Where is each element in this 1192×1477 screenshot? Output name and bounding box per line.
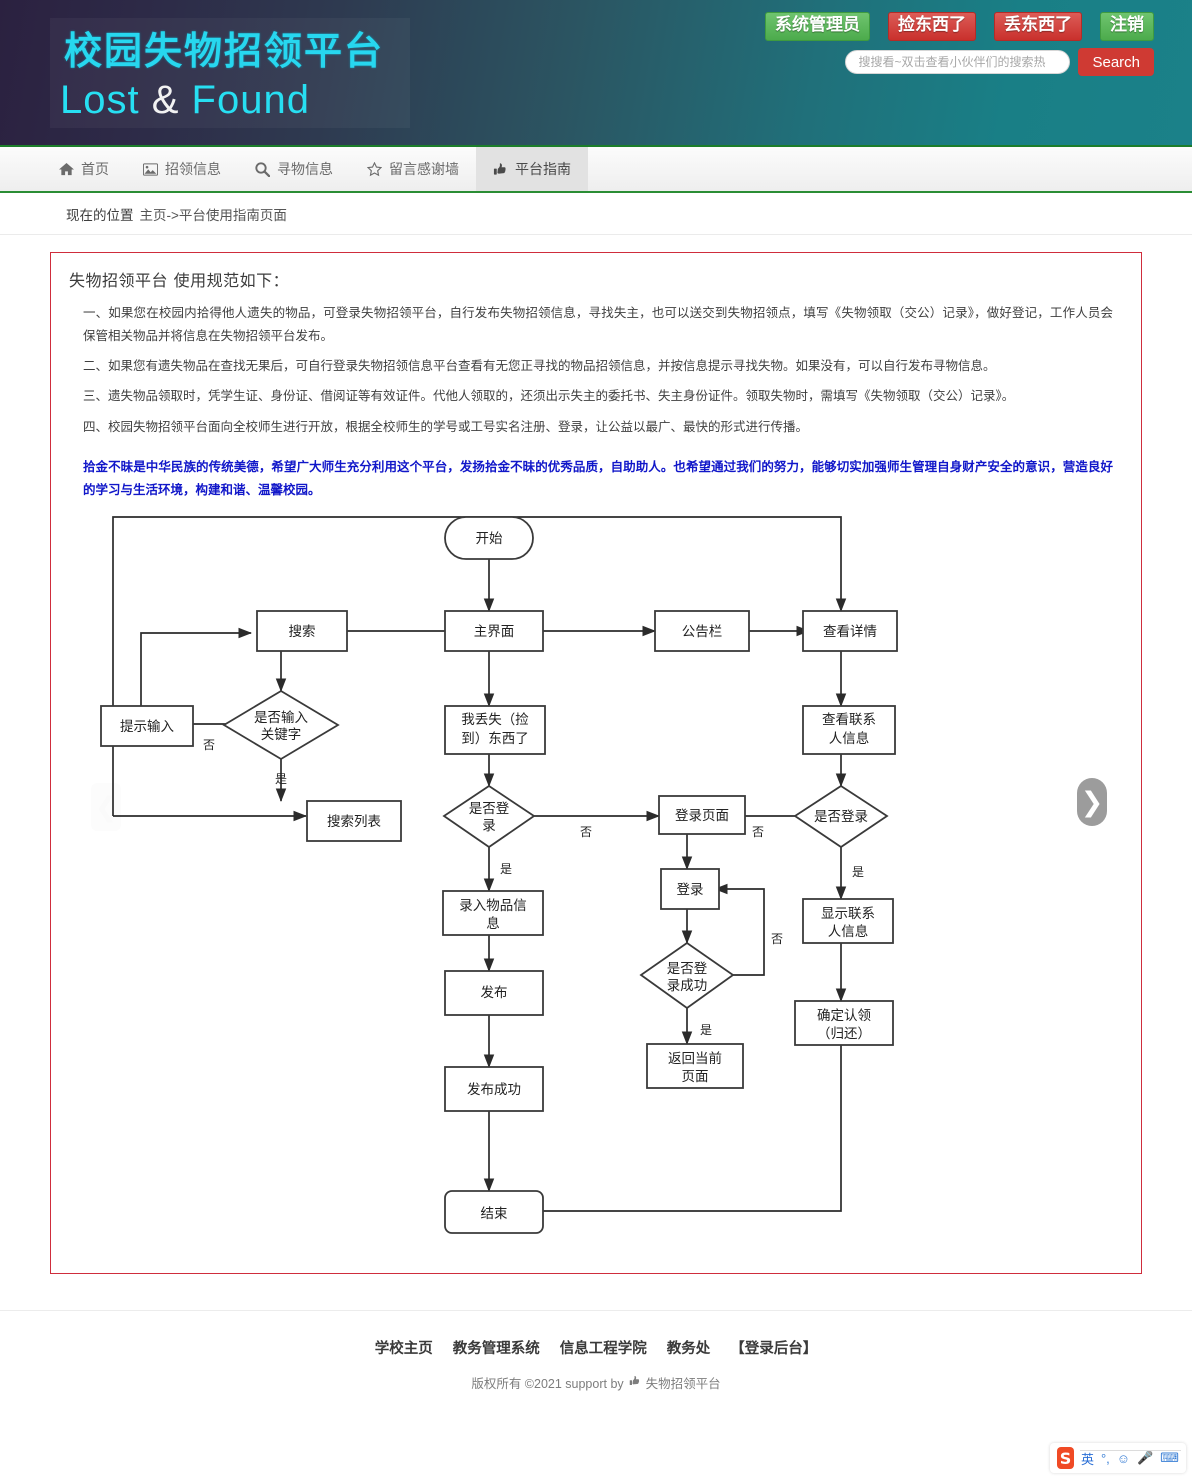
- ime-keyboard-icon[interactable]: ⌨: [1160, 1450, 1179, 1466]
- rule-paragraph-3: 三、遗失物品领取时，凭学生证、身份证、借阅证等有效证件。代他人领取的，还须出示失…: [83, 389, 1015, 404]
- breadcrumb-label: 现在的位置: [66, 207, 134, 223]
- flow-label-detail: 查看详情: [823, 624, 877, 640]
- header-link-group: 系统管理员 捡东西了 丢东西了 注销: [765, 12, 1154, 42]
- rule-paragraph-1: 一、如果您在校园内拾得他人遗失的物品，可登录失物招领平台，自行发布失物招领信息，…: [83, 306, 1113, 344]
- rule-highlight: 拾金不昧是中华民族的传统美德，希望广大师生充分利用这个平台，发扬拾金不昧的优秀品…: [83, 459, 1113, 497]
- flow-label-login: 登录: [677, 882, 704, 898]
- copyright-notice: 版权所有 ©2021 support by 失物招领平台: [0, 1373, 1192, 1392]
- nav-item-message-wall[interactable]: 留言感谢墙: [350, 147, 476, 191]
- nav-item-lost-info[interactable]: 寻物信息: [238, 147, 350, 191]
- logo-chinese-title: 校园失物招领平台: [64, 29, 385, 73]
- admin-link[interactable]: 系统管理员: [765, 12, 870, 42]
- footer-link-group: 学校主页 教务管理系统 信息工程学院 教务处 【登录后台】: [0, 1337, 1192, 1358]
- edge-label-no-login-a: 否: [580, 825, 592, 839]
- flow-label-is-login-a: 是否登: [469, 801, 510, 817]
- footer-link-academic-off[interactable]: 教务处: [667, 1337, 711, 1358]
- footer-link-academic-sys[interactable]: 教务管理系统: [453, 1337, 540, 1358]
- flow-label-end: 结束: [481, 1206, 508, 1222]
- edge-label-no-login-ok: 否: [771, 932, 783, 946]
- logo-english-title: Lost & Found: [60, 78, 310, 122]
- ime-emoji-icon[interactable]: ☺: [1117, 1451, 1130, 1466]
- svg-text:息: 息: [486, 915, 500, 932]
- rule-paragraph-2: 二、如果您有遗失物品在查找无果后，可自行登录失物招领信息平台查看有无您正寻找的物…: [83, 359, 996, 374]
- lost-item-link[interactable]: 丢东西了: [994, 12, 1082, 42]
- ime-divider: [1080, 1450, 1181, 1451]
- copyright-text: 版权所有 ©2021 support by: [471, 1377, 624, 1391]
- search-button[interactable]: Search: [1078, 48, 1154, 76]
- found-item-link[interactable]: 捡东西了: [888, 12, 976, 42]
- flow-label-login-ok: 是否登: [667, 961, 708, 977]
- site-header: 校园失物招领平台 Lost & Found 系统管理员 捡东西了 丢东西了 注销…: [0, 0, 1192, 145]
- svg-text:页面: 页面: [682, 1069, 709, 1085]
- main-navigation: 首页 招领信息 寻物信息 留言感谢墙 平台指南: [0, 145, 1192, 193]
- copyright-site-name: 失物招领平台: [645, 1377, 721, 1391]
- flow-label-has-keyword: 是否输入: [254, 710, 308, 726]
- svg-text:到）东西了: 到）东西了: [461, 731, 529, 747]
- guide-panel: 失物招领平台 使用规范如下： 一、如果您在校园内拾得他人遗失的物品，可登录失物招…: [50, 252, 1142, 1274]
- flow-label-view-contact: 查看联系: [822, 712, 876, 728]
- svg-text:（归还）: （归还）: [817, 1025, 871, 1042]
- flow-label-back-page: 返回当前: [668, 1050, 722, 1067]
- nav-item-found-info[interactable]: 招领信息: [126, 147, 238, 191]
- flow-label-search-list: 搜索列表: [327, 814, 381, 830]
- edge-label-no-keyword: 否: [203, 738, 215, 752]
- edge-label-yes-keyword: 是: [275, 772, 287, 786]
- flow-label-start: 开始: [476, 531, 503, 547]
- flow-label-enter-item: 录入物品信: [459, 898, 527, 914]
- site-logo[interactable]: 校园失物招领平台 Lost & Found: [50, 18, 410, 128]
- sogou-logo-icon[interactable]: S: [1057, 1447, 1074, 1469]
- image-icon: [143, 162, 158, 177]
- footer-link-college[interactable]: 信息工程学院: [560, 1337, 647, 1358]
- search-input[interactable]: [845, 50, 1071, 74]
- search-icon: [255, 161, 270, 177]
- svg-text:关键字: 关键字: [261, 727, 302, 743]
- home-icon: [59, 162, 74, 177]
- site-footer: 学校主页 教务管理系统 信息工程学院 教务处 【登录后台】 版权所有 ©2021…: [0, 1310, 1192, 1392]
- nav-item-home[interactable]: 首页: [42, 147, 126, 191]
- ime-toolbar[interactable]: S 英 °, ☺ 🎤 ⌨: [1050, 1443, 1186, 1473]
- edge-label-yes-login-b: 是: [852, 865, 864, 879]
- footer-link-admin-login[interactable]: 【登录后台】: [730, 1337, 817, 1358]
- flow-label-login-page: 登录页面: [675, 808, 729, 824]
- flow-label-is-login-b: 是否登录: [814, 809, 868, 825]
- flow-label-publish-ok: 发布成功: [467, 1082, 521, 1098]
- rule-paragraph-4: 四、校园失物招领平台面向全校师生进行开放，根据全校师生的学号或工号实名注册、登录…: [83, 419, 809, 434]
- nav-label: 平台指南: [515, 161, 571, 177]
- flow-label-prompt-input: 提示输入: [120, 719, 174, 735]
- nav-label: 寻物信息: [277, 161, 333, 177]
- nav-label: 首页: [81, 161, 109, 177]
- page-title: 失物招领平台 使用规范如下：: [69, 271, 290, 290]
- svg-text:录: 录: [482, 818, 496, 834]
- flow-label-board: 公告栏: [682, 624, 723, 640]
- flow-label-lost-found: 我丢失（捡: [461, 711, 529, 728]
- flow-label-confirm-claim: 确定认领: [817, 1008, 871, 1024]
- nav-label: 留言感谢墙: [389, 161, 459, 177]
- flow-label-search: 搜索: [289, 624, 316, 640]
- svg-text:人信息: 人信息: [828, 923, 869, 940]
- edge-label-yes-login-a: 是: [500, 862, 512, 876]
- flow-label-publish: 发布: [481, 985, 508, 1001]
- star-icon: [367, 161, 382, 177]
- logout-link[interactable]: 注销: [1100, 12, 1154, 42]
- svg-text:录成功: 录成功: [667, 978, 708, 994]
- breadcrumb-path: 主页->平台使用指南页面: [139, 207, 287, 223]
- thumbs-up-icon: [493, 162, 508, 177]
- header-search: Search: [845, 48, 1154, 76]
- flowchart-diagram: 开始 主界面 搜索 公告栏 查看详情 提示输入 搜索列表 登录页面 登录 发布 …: [51, 511, 1141, 1271]
- breadcrumb: 现在的位置 主页->平台使用指南页面: [0, 193, 1192, 235]
- ime-punctuation-icon[interactable]: °,: [1101, 1451, 1110, 1466]
- ime-language-toggle[interactable]: 英: [1081, 1449, 1094, 1468]
- svg-text:人信息: 人信息: [829, 730, 870, 747]
- nav-label: 招领信息: [165, 161, 221, 177]
- thumbs-up-icon: [629, 1375, 641, 1390]
- flow-label-show-contact: 显示联系: [821, 906, 875, 922]
- edge-label-yes-login-ok: 是: [700, 1023, 712, 1037]
- footer-link-school-home[interactable]: 学校主页: [375, 1337, 433, 1358]
- flow-label-main: 主界面: [474, 624, 515, 640]
- nav-item-platform-guide[interactable]: 平台指南: [476, 147, 588, 191]
- ime-microphone-icon[interactable]: 🎤: [1137, 1450, 1153, 1466]
- edge-label-no-login-b: 否: [752, 825, 764, 839]
